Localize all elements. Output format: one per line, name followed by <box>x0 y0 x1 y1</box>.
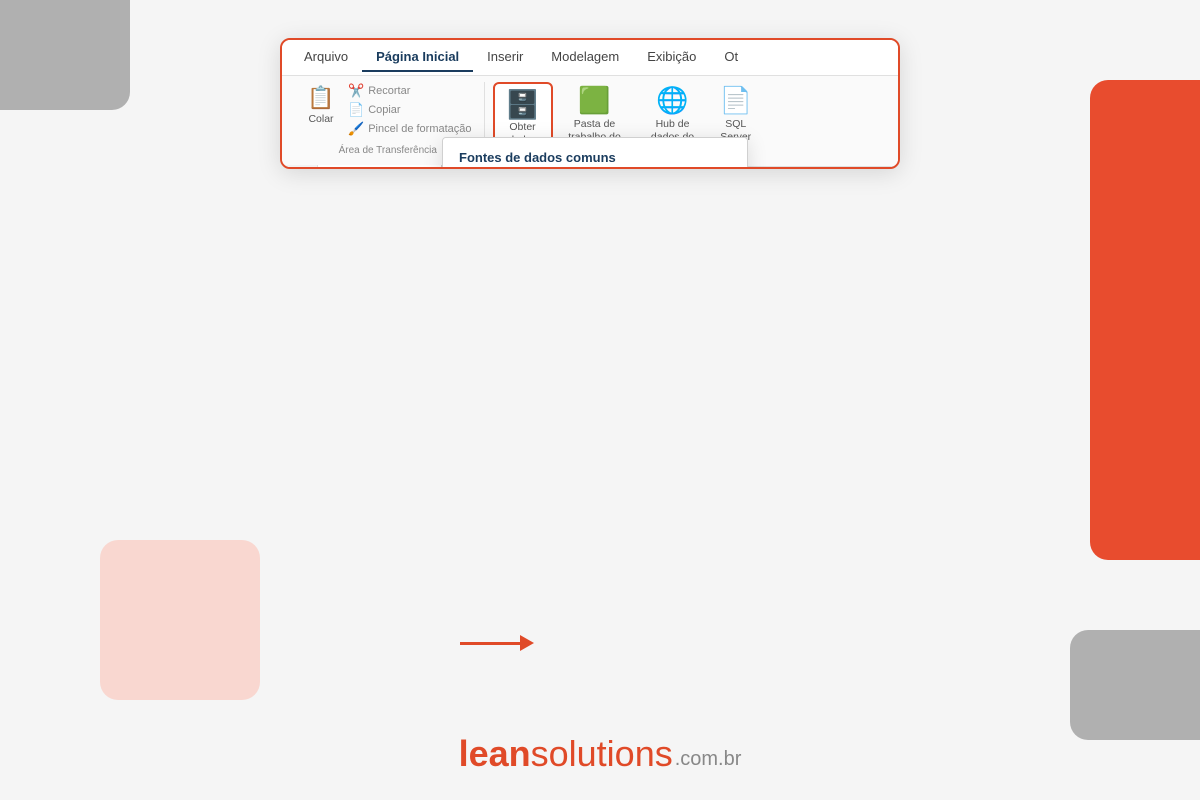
bg-decoration-bottom-right <box>1070 630 1200 740</box>
logo-lean: lean <box>459 733 531 775</box>
pincel-label: Pincel de formatação <box>368 123 471 135</box>
main-window: Arquivo Página Inicial Inserir Modelagem… <box>280 38 900 169</box>
arrow-line <box>460 642 520 645</box>
sql-icon: 📄 <box>720 85 752 116</box>
copiar-label: Copiar <box>368 104 400 116</box>
colar-button[interactable]: 📋 Colar <box>302 82 340 129</box>
logo-area: lean solutions .com.br <box>0 733 1200 775</box>
obter-dados-icon: 🗄️ <box>505 88 540 121</box>
arrow-annotation <box>460 635 534 651</box>
logo-solutions: solutions <box>531 733 673 775</box>
bg-decoration-pink-left <box>100 540 260 700</box>
tab-modelagem[interactable]: Modelagem <box>537 43 633 72</box>
logo-combr: .com.br <box>675 748 742 771</box>
recortar-label: Recortar <box>368 85 410 97</box>
copiar-icon: 📄 <box>348 102 364 118</box>
tab-other[interactable]: Ot <box>710 43 752 72</box>
clipboard-small-buttons: ✂️ Recortar 📄 Copiar 🖌️ Pincel de format… <box>346 82 474 138</box>
pincel-icon: 🖌️ <box>348 121 364 137</box>
sidebar: 📊 ⊞ ⊟ <box>282 165 318 169</box>
ribbon-tabs: Arquivo Página Inicial Inserir Modelagem… <box>282 40 898 76</box>
clipboard-items-row: 📋 Colar ✂️ Recortar 📄 Copiar 🖌️ Pincel d… <box>302 82 474 138</box>
tab-pagina-inicial[interactable]: Página Inicial <box>362 43 473 72</box>
onelake-icon: 🌐 <box>656 85 688 116</box>
content-area <box>318 165 442 169</box>
tab-arquivo[interactable]: Arquivo <box>290 43 362 72</box>
arrow-head <box>520 635 534 651</box>
recortar-icon: ✂️ <box>348 83 364 99</box>
dropdown-menu: Fontes de dados comuns X Pasta de trabal… <box>442 137 748 169</box>
colar-icon: 📋 <box>307 85 334 111</box>
copiar-button[interactable]: 📄 Copiar <box>346 101 474 119</box>
dropdown-section-title: Fontes de dados comuns <box>443 138 747 169</box>
tab-inserir[interactable]: Inserir <box>473 43 537 72</box>
bg-decoration-top-left <box>0 0 130 110</box>
bg-decoration-red-right <box>1090 80 1200 560</box>
recortar-button[interactable]: ✂️ Recortar <box>346 82 474 100</box>
tab-exibicao[interactable]: Exibição <box>633 43 710 72</box>
pincel-button[interactable]: 🖌️ Pincel de formatação <box>346 120 474 138</box>
colar-label: Colar <box>308 113 333 126</box>
excel-icon: 🟩 <box>578 85 610 116</box>
